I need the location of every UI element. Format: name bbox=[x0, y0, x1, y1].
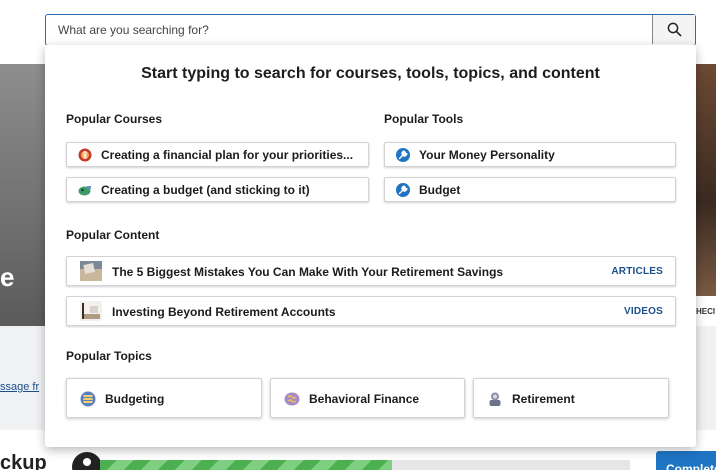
search-dropdown: Start typing to search for courses, tool… bbox=[45, 45, 696, 447]
content-title: Investing Beyond Retirement Accounts bbox=[112, 305, 336, 319]
search-bar bbox=[45, 14, 696, 46]
tool-icon bbox=[396, 183, 410, 197]
brain-icon bbox=[284, 392, 300, 406]
topic-label: Budgeting bbox=[105, 392, 165, 406]
content-item-video[interactable]: Investing Beyond Retirement Accounts VID… bbox=[66, 296, 676, 326]
hero-image-left: e bbox=[0, 64, 48, 326]
hero-title-fragment: e bbox=[0, 262, 15, 292]
search-button[interactable] bbox=[652, 15, 695, 44]
tool-icon bbox=[396, 148, 410, 162]
right-band-text: HECI bbox=[696, 307, 716, 316]
video-thumbnail bbox=[80, 301, 102, 321]
topic-label: Behavioral Finance bbox=[309, 392, 420, 406]
financial-plan-icon bbox=[78, 148, 92, 162]
popular-courses-label: Popular Courses bbox=[66, 112, 163, 126]
course-label: Creating a financial plan for your prior… bbox=[101, 148, 354, 162]
content-type-badge: ARTICLES bbox=[611, 266, 663, 277]
course-item-budget[interactable]: Creating a budget (and sticking to it) bbox=[66, 177, 369, 202]
content-item-article[interactable]: The 5 Biggest Mistakes You Can Make With… bbox=[66, 256, 676, 286]
tool-item-money-personality[interactable]: Your Money Personality bbox=[384, 142, 676, 167]
content-type-badge: VIDEOS bbox=[624, 306, 663, 317]
search-input[interactable] bbox=[46, 15, 652, 44]
popular-topics-label: Popular Topics bbox=[66, 349, 152, 363]
complete-button[interactable]: Complete bbox=[656, 451, 716, 470]
hero-image-right bbox=[696, 64, 716, 296]
popular-content-label: Popular Content bbox=[66, 228, 160, 242]
topic-item-behavioral-finance[interactable]: Behavioral Finance bbox=[270, 378, 465, 418]
topic-item-retirement[interactable]: Retirement bbox=[473, 378, 669, 418]
course-label: Creating a budget (and sticking to it) bbox=[101, 183, 310, 197]
dropdown-heading: Start typing to search for courses, tool… bbox=[141, 65, 600, 82]
search-icon bbox=[667, 22, 682, 37]
avatar bbox=[72, 452, 102, 470]
tool-label: Your Money Personality bbox=[419, 148, 555, 162]
topic-item-budgeting[interactable]: Budgeting bbox=[66, 378, 262, 418]
retirement-icon bbox=[489, 392, 501, 406]
article-thumbnail bbox=[80, 261, 102, 281]
section-title: ckup bbox=[0, 452, 47, 470]
message-link[interactable]: ssage fr bbox=[0, 381, 39, 393]
budgeting-icon bbox=[80, 391, 96, 407]
budget-course-icon bbox=[78, 186, 91, 196]
progress-bar-fill bbox=[100, 460, 392, 470]
progress-bar bbox=[100, 460, 630, 470]
popular-tools-label: Popular Tools bbox=[384, 112, 464, 126]
tool-item-budget[interactable]: Budget bbox=[384, 177, 676, 202]
course-item-financial-plan[interactable]: Creating a financial plan for your prior… bbox=[66, 142, 369, 167]
content-title: The 5 Biggest Mistakes You Can Make With… bbox=[112, 265, 504, 279]
tool-label: Budget bbox=[419, 183, 461, 197]
right-band: HECI bbox=[696, 296, 716, 326]
topic-label: Retirement bbox=[512, 392, 575, 406]
